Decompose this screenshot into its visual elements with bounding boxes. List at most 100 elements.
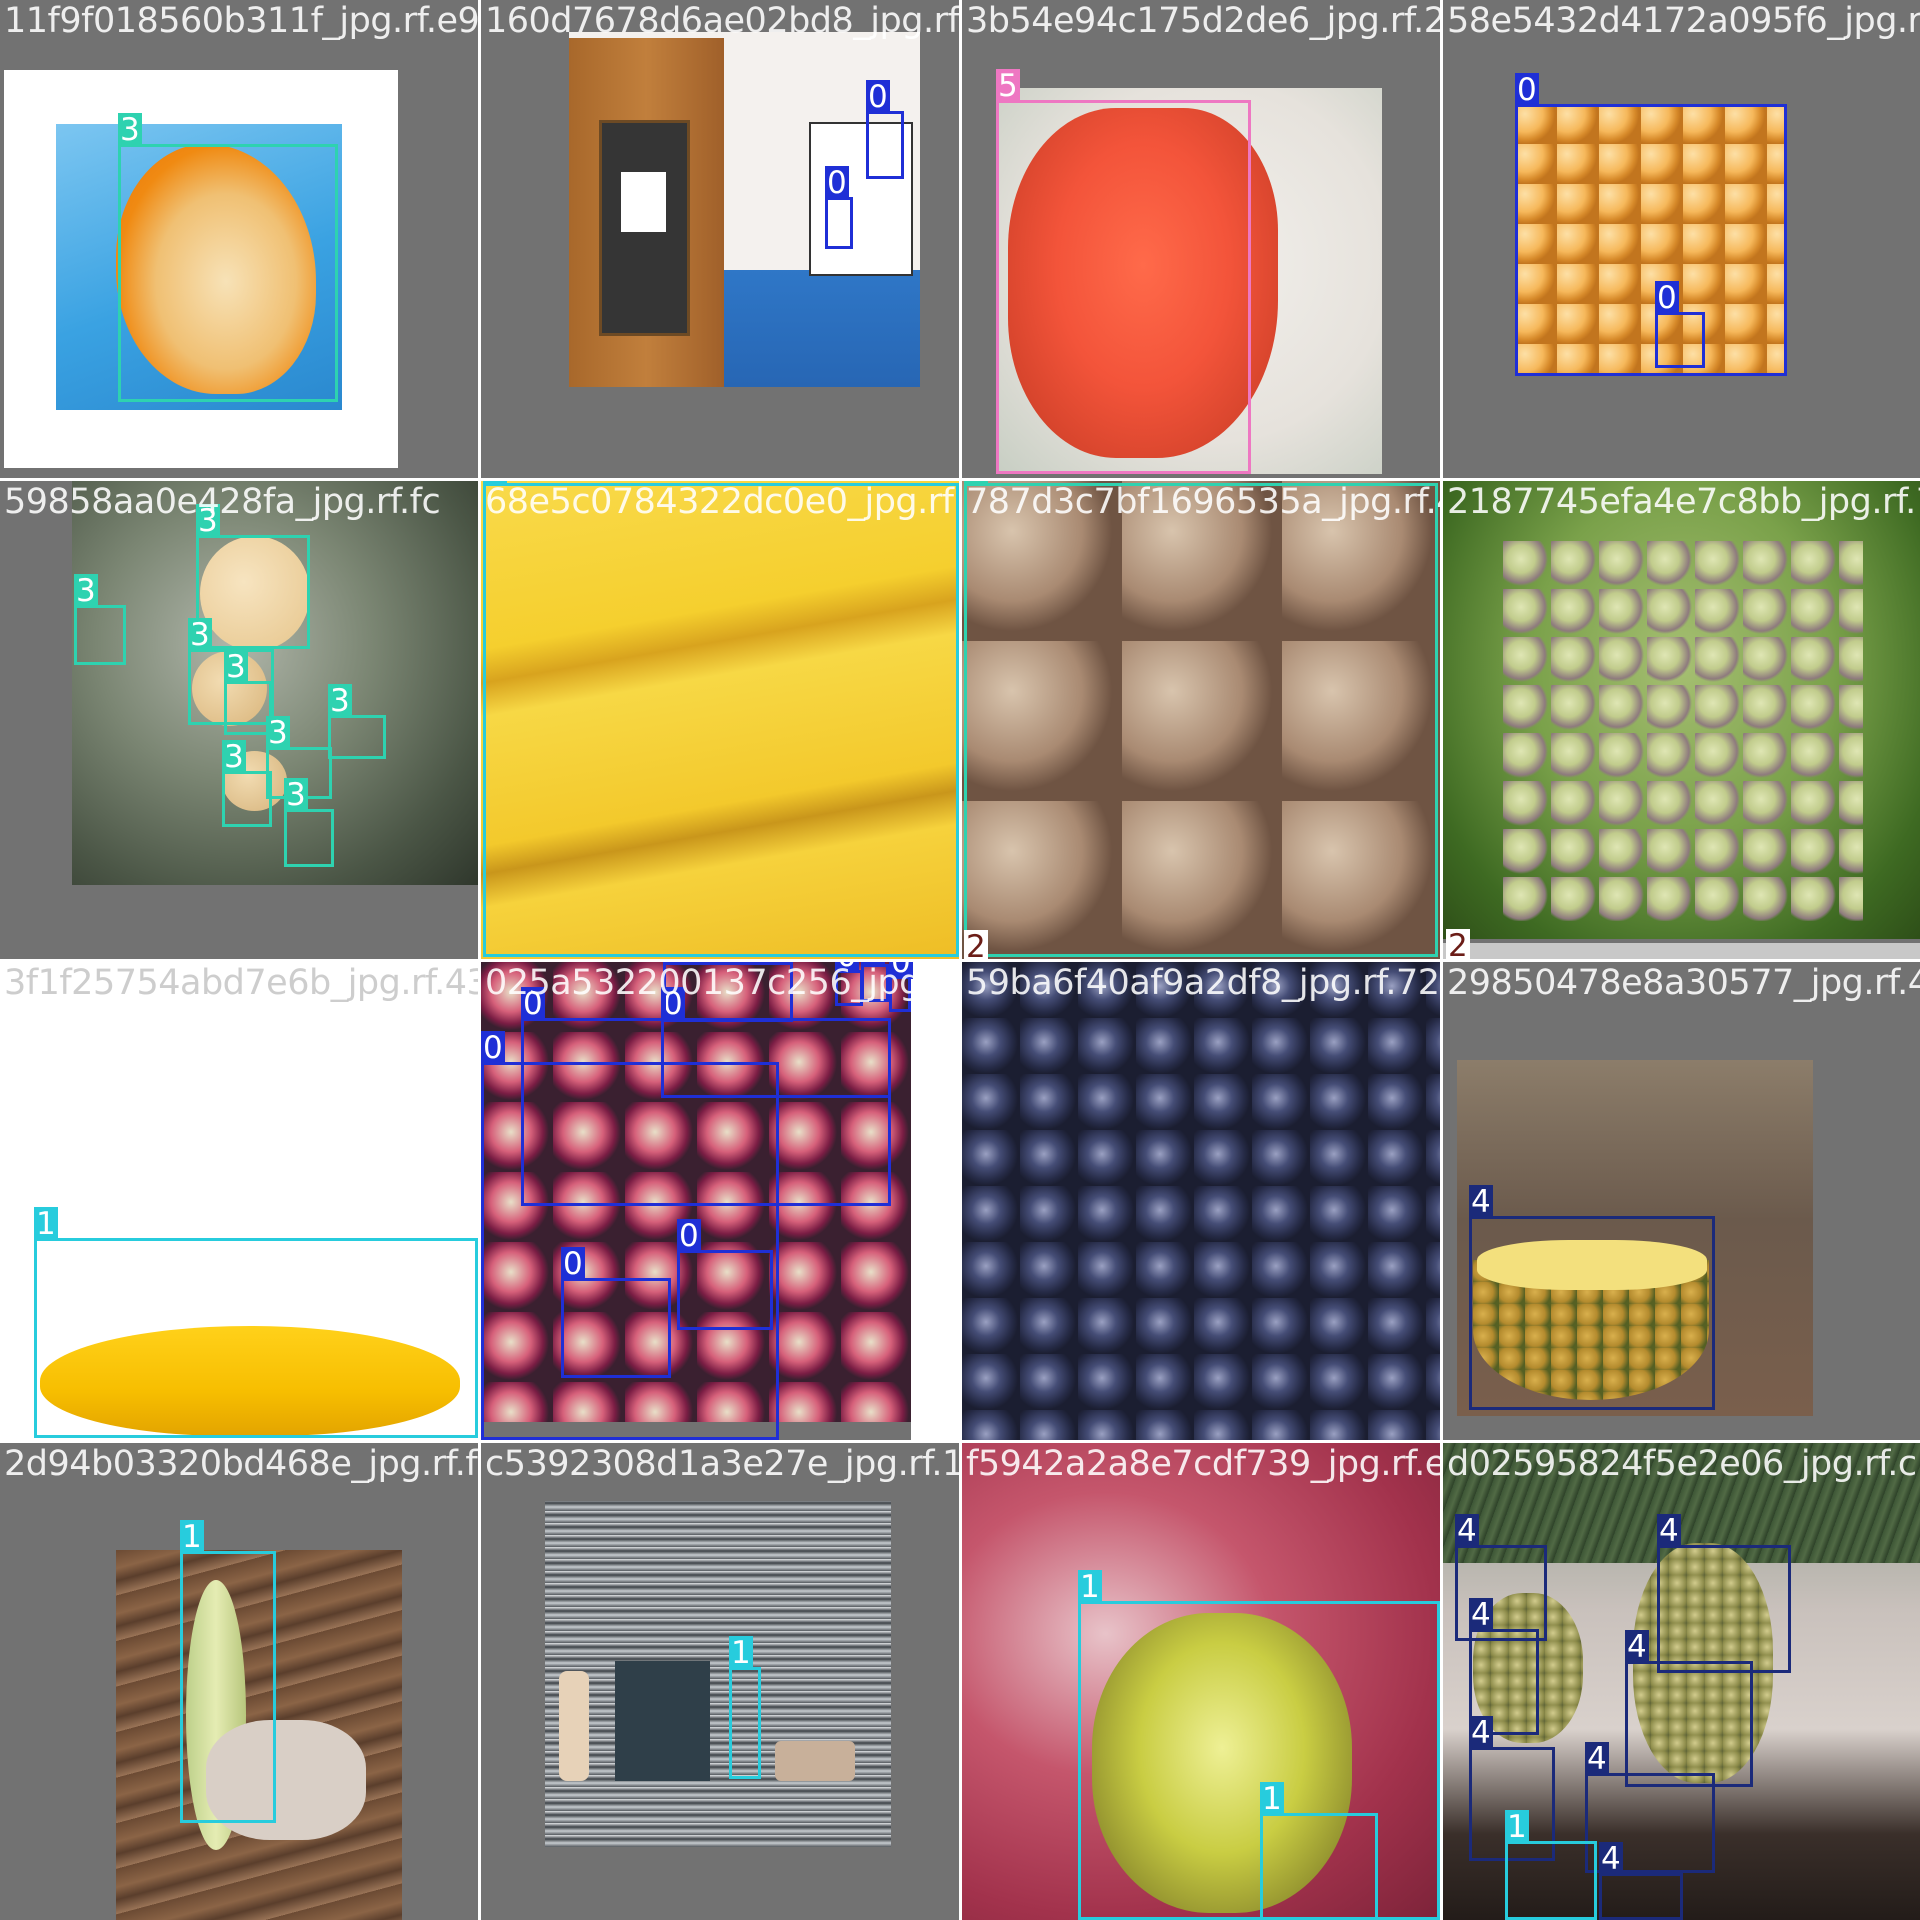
- tile-door: 0 0 160d7678d6ae02bd8_jpg.rf.e3: [481, 0, 959, 478]
- tile-filename: c5392308d1a3e27e_jpg.rf.1f: [485, 1444, 959, 1484]
- grape-cluster: [1503, 541, 1863, 921]
- bbox-label: 3: [188, 617, 212, 653]
- book: [615, 1661, 710, 1781]
- tile-kiwis: 3 2 2 787d3c7bf1696535a_jpg.rf.4: [962, 481, 1440, 959]
- tile-filename: 787d3c7bf1696535a_jpg.rf.4: [966, 482, 1440, 522]
- bbox: 3: [328, 684, 386, 759]
- photo-flatlay: [545, 1501, 891, 1847]
- tile-watermelon: 5 3b54e94c175d2de6_jpg.rf.2fa: [962, 0, 1440, 478]
- bbox: 0: [825, 166, 853, 249]
- bbox: 0: [866, 80, 904, 179]
- tile-filename: 11f9f018560b311f_jpg.rf.e9c: [4, 1, 478, 41]
- bbox-label: 0: [561, 1246, 585, 1282]
- tile-orange-tree: 3 3 3 3 3 3 3 3 59858aa0e428fa_jpg.rf.fc: [0, 481, 478, 959]
- bbox-label: 1: [34, 1206, 58, 1242]
- bbox-label: 0: [825, 165, 849, 201]
- bbox-label: 0: [1515, 72, 1539, 108]
- bbox: 3: [284, 778, 334, 867]
- tile-banana-hand: 1 2d94b03320bd468e_jpg.rf.fb: [0, 1443, 478, 1920]
- bbox: 0: [561, 1247, 671, 1378]
- bbox-label: 4: [1469, 1184, 1493, 1220]
- tile-filename: 025a532200137c256_jpg.rf.e: [485, 963, 959, 1003]
- bottle: [559, 1671, 589, 1781]
- bbox-label: 3: [224, 649, 248, 685]
- bbox-label: 2: [964, 930, 988, 959]
- bbox-label: 0: [677, 1218, 701, 1254]
- bbox-label: 1: [1078, 1569, 1102, 1605]
- photo-grapes-green: [1443, 481, 1920, 939]
- bbox: 1: [729, 1636, 761, 1779]
- bbox: 3: [964, 481, 1438, 957]
- tile-potatoes-bananas: 1 1 f5942a2a8e7cdf739_jpg.rf.e8: [962, 1443, 1440, 1920]
- bbox-label: 4: [1625, 1629, 1649, 1665]
- tile-orange: 3 11f9f018560b311f_jpg.rf.e9c: [0, 0, 478, 478]
- bbox-label: 0: [866, 79, 890, 115]
- bbox: 1: [34, 1207, 478, 1438]
- tile-filename: 59ba6f40af9a2df8_jpg.rf.727: [966, 963, 1440, 1003]
- bbox: 0: [661, 987, 891, 1098]
- bbox-label: 3: [328, 683, 352, 719]
- bbox: 3: [196, 504, 310, 649]
- tile-flatlay: 1 c5392308d1a3e27e_jpg.rf.1f: [481, 1443, 959, 1920]
- bbox-label: 3: [118, 112, 142, 148]
- bbox: 1: [1078, 1570, 1440, 1920]
- bbox-label: 4: [1585, 1741, 1609, 1777]
- bbox: 4: [1469, 1185, 1715, 1410]
- tile-peaches: 0 0 58e5432d4172a095f6_jpg.rf.9f: [1443, 0, 1920, 478]
- tile-filename: 59858aa0e428fa_jpg.rf.fc: [4, 482, 441, 522]
- bbox-label: 2: [1446, 929, 1470, 959]
- bbox: 4: [1657, 1514, 1791, 1673]
- bbox-label: 1: [1260, 1781, 1284, 1817]
- tile-bananas-closeup: 1 68e5c0784322dc0e0_jpg.rf: [481, 481, 959, 959]
- bbox: 3: [74, 574, 126, 665]
- bbox: 0: [1655, 281, 1705, 368]
- bbox-label: 0: [1655, 280, 1679, 316]
- bbox: 0: [1515, 73, 1787, 376]
- bbox: 1: [180, 1520, 276, 1823]
- bbox: 1: [483, 481, 959, 957]
- bbox-label: 4: [1599, 1841, 1623, 1877]
- bbox-label: 3: [266, 715, 290, 751]
- bbox-label: 1: [729, 1635, 753, 1671]
- bbox-label: 1: [1505, 1809, 1529, 1845]
- photo-grapes-dark: [962, 962, 1440, 1440]
- tile-filename: d02595824f5e2e06_jpg.rf.c: [1447, 1444, 1917, 1484]
- photo-right-strip: [911, 962, 959, 1440]
- bbox: 3: [222, 740, 272, 827]
- photo-lower-strip: [1443, 943, 1920, 959]
- bbox-label: 4: [1469, 1715, 1493, 1751]
- bbox-label: 4: [1657, 1513, 1681, 1549]
- image-grid: 3 11f9f018560b311f_jpg.rf.e9c 0 0 160d76…: [0, 0, 1920, 1920]
- tile-filename: 68e5c0784322dc0e0_jpg.rf: [485, 482, 954, 522]
- tile-filename: 160d7678d6ae02bd8_jpg.rf.e3: [485, 1, 959, 41]
- bbox-label: 4: [1455, 1513, 1479, 1549]
- bbox-label: 0: [481, 1030, 505, 1066]
- tile-filename: 2187745efa4e7c8bb_jpg.rf.71: [1447, 482, 1920, 522]
- tile-grapes-dark: 59ba6f40af9a2df8_jpg.rf.727: [962, 962, 1440, 1440]
- tile-apples-market: 0 0 0 0 0 0 0 0 0 025a532200137c256_jpg.…: [481, 962, 959, 1440]
- tile-filename: f5942a2a8e7cdf739_jpg.rf.e8: [966, 1444, 1440, 1484]
- bbox: 5: [996, 69, 1251, 474]
- bbox-label: 3: [74, 573, 98, 609]
- bbox: 1: [1260, 1782, 1378, 1920]
- tile-grapes-green: 2 2187745efa4e7c8bb_jpg.rf.71: [1443, 481, 1920, 959]
- bbox: 4: [1599, 1842, 1683, 1920]
- tile-filename: 3b54e94c175d2de6_jpg.rf.2fa: [966, 1, 1440, 41]
- door-sign: [621, 172, 666, 232]
- bbox-label: 4: [1469, 1597, 1493, 1633]
- bbox-label: 3: [284, 777, 308, 813]
- bbox: 4: [1625, 1630, 1753, 1787]
- bbox: 3: [118, 113, 338, 402]
- bbox: 1: [1505, 1810, 1597, 1920]
- bbox-label: 1: [180, 1519, 204, 1555]
- tile-single-banana: 1 3f1f25754abd7e6b_jpg.rf.43: [0, 962, 478, 1440]
- bag: [775, 1741, 855, 1781]
- bbox-label: 3: [222, 739, 246, 775]
- tile-filename: 3f1f25754abd7e6b_jpg.rf.43: [4, 963, 478, 1003]
- tile-filename: 29850478e8a30577_jpg.rf.4: [1447, 963, 1920, 1003]
- tile-pineapple-drink: 4 29850478e8a30577_jpg.rf.4: [1443, 962, 1920, 1440]
- bbox: 0: [677, 1219, 773, 1330]
- tile-filename: 2d94b03320bd468e_jpg.rf.fb: [4, 1444, 478, 1484]
- tile-filename: 58e5432d4172a095f6_jpg.rf.9f: [1447, 1, 1920, 41]
- bbox-label: 5: [996, 68, 1020, 104]
